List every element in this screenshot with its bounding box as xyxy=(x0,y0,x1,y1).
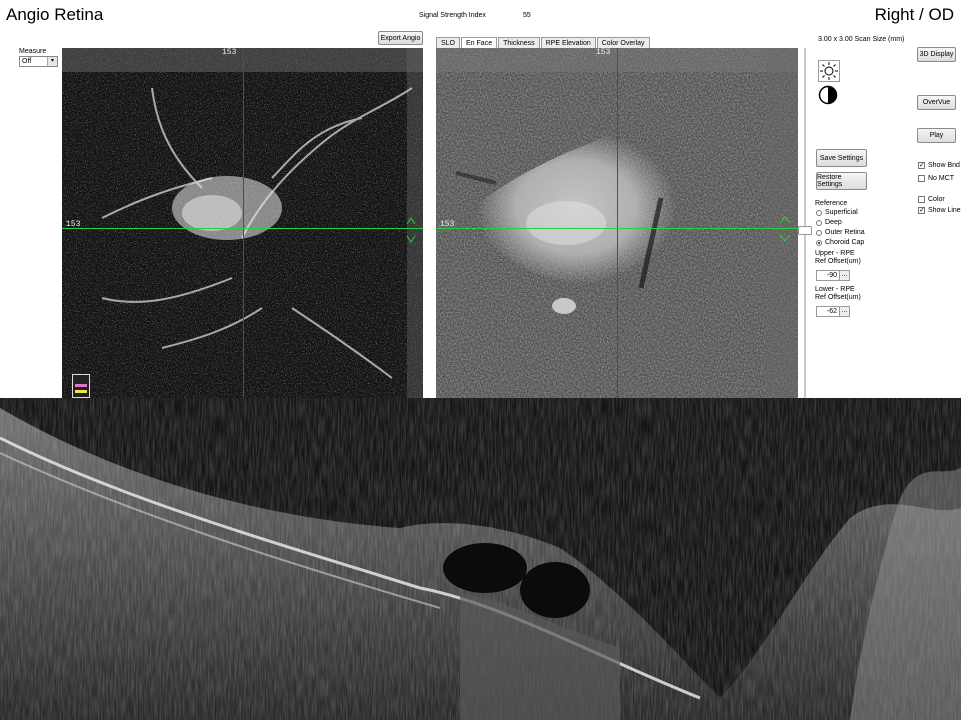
depth-slider-thumb[interactable] xyxy=(798,226,812,235)
app-title: Angio Retina xyxy=(6,5,104,24)
en-face-image[interactable]: 153 153 xyxy=(436,48,798,398)
checkbox-label: Color xyxy=(928,196,945,203)
lower-offset-more-button[interactable]: ... xyxy=(840,306,850,317)
brightness-icon[interactable] xyxy=(818,60,840,82)
radio-deep[interactable]: Deep xyxy=(816,219,842,226)
radio-label: Choroid Cap xyxy=(825,239,865,246)
radio-label: Outer Retina xyxy=(825,229,865,236)
lower-offset-field[interactable]: -62 ... xyxy=(816,306,850,317)
save-settings-button[interactable]: Save Settings xyxy=(816,149,867,167)
crosshair-horizontal xyxy=(62,228,423,229)
signal-strength-value: 55 xyxy=(523,12,531,19)
reference-label: Reference xyxy=(815,200,848,207)
play-button[interactable]: Play xyxy=(917,128,956,143)
upper-offset-value[interactable]: -90 xyxy=(816,270,840,281)
3d-display-button[interactable]: 3D Display xyxy=(917,47,956,62)
radio-choroid-cap[interactable]: Choroid Cap xyxy=(816,239,864,246)
radio-dot-selected xyxy=(816,239,822,246)
overvue-button[interactable]: OverVue xyxy=(917,95,956,110)
lower-offset-label: Lower - RPE Ref Offset(um) xyxy=(815,286,861,301)
eye-label: Right / OD xyxy=(874,5,954,24)
radio-outer-retina[interactable]: Outer Retina xyxy=(816,229,865,236)
measure-value: Off xyxy=(22,58,32,65)
checkbox-label: Show Bnd xyxy=(928,162,960,169)
marker-top-label: 153 xyxy=(222,48,237,57)
checkbox-show-line[interactable]: ✓ Show Line xyxy=(918,207,961,214)
marker-left-label-right: 153 xyxy=(440,220,455,229)
scan-size-label: 3.00 x 3.00 Scan Size (mm) xyxy=(818,36,905,43)
signal-strength-label: Signal Strength Index xyxy=(419,12,486,19)
crosshair-vertical-right xyxy=(617,48,618,398)
upper-offset-label: Upper - RPE Ref Offset(um) xyxy=(815,250,861,265)
checkbox-color[interactable]: Color xyxy=(918,196,945,203)
restore-settings-button[interactable]: Restore Settings xyxy=(816,172,867,190)
color-legend-icon xyxy=(72,374,90,398)
marker-left-label: 153 xyxy=(66,220,81,229)
angio-image[interactable]: 153 153 xyxy=(62,48,423,398)
radio-label: Deep xyxy=(825,219,842,226)
chevron-down-icon: ▾ xyxy=(47,57,57,66)
radio-label: Superficial xyxy=(825,209,858,216)
crosshair-vertical xyxy=(243,48,244,398)
bscan-image[interactable] xyxy=(0,398,961,720)
checkbox-box xyxy=(918,196,925,203)
lower-offset-value[interactable]: -62 xyxy=(816,306,840,317)
depth-slider-track[interactable] xyxy=(804,48,806,398)
slice-handle-icon[interactable] xyxy=(406,216,416,244)
checkbox-show-bnd[interactable]: ✓ Show Bnd xyxy=(918,162,960,169)
measure-label: Measure xyxy=(19,48,47,55)
checkbox-no-mct[interactable]: No MCT xyxy=(918,175,954,182)
checkbox-label: No MCT xyxy=(928,175,955,182)
check-icon: ✓ xyxy=(918,207,925,214)
checkbox-box xyxy=(918,175,925,182)
upper-offset-field[interactable]: -90 ... xyxy=(816,270,850,281)
upper-offset-more-button[interactable]: ... xyxy=(840,270,850,281)
crosshair-horizontal-right xyxy=(436,228,798,229)
marker-top-label-right: 153 xyxy=(596,48,611,57)
radio-dot xyxy=(816,209,822,216)
radio-dot xyxy=(816,229,822,236)
bscan-texture xyxy=(0,398,961,720)
contrast-icon[interactable] xyxy=(818,85,838,105)
measure-select[interactable]: Off ▾ xyxy=(19,56,58,67)
radio-dot xyxy=(816,219,822,226)
checkbox-label: Show Line xyxy=(928,207,961,214)
check-icon: ✓ xyxy=(918,162,925,169)
depth-handle-icon[interactable] xyxy=(778,214,792,244)
radio-superficial[interactable]: Superficial xyxy=(816,209,858,216)
export-angio-button[interactable]: Export Angio xyxy=(378,31,423,45)
